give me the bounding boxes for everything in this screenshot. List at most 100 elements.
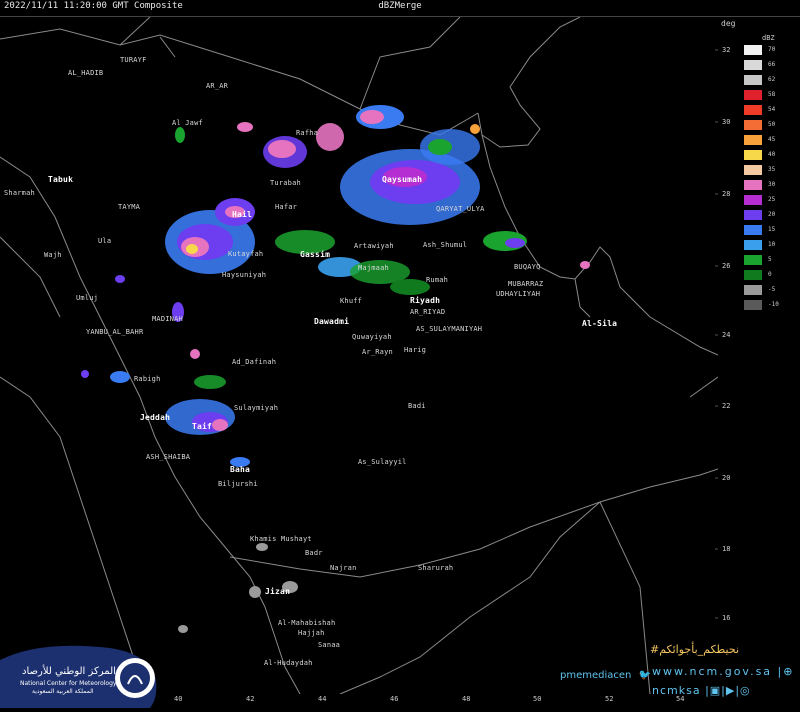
legend-item: 58 (744, 90, 796, 100)
lon-tick-label: 50 (533, 695, 542, 703)
legend-swatch (744, 60, 762, 70)
legend-label: 62 (768, 76, 776, 83)
lon-tick-label: 46 (390, 695, 399, 703)
city-label: QARYAT_ULYA (436, 205, 485, 213)
legend-item: 50 (744, 120, 796, 130)
legend-label: 50 (768, 121, 776, 128)
city-label: Al-Mahabishah (278, 619, 336, 627)
legend-swatch (744, 90, 762, 100)
legend-label: -10 (768, 301, 779, 308)
city-label: Qaysumah (382, 175, 423, 184)
legend-label: 40 (768, 151, 776, 158)
social-icons: |▣|▶|◎ (705, 684, 751, 697)
city-label: Tabuk (48, 175, 74, 184)
logo-arabic-subtitle: المملكة العربية السعودية (32, 688, 94, 695)
twitter-handle-label: pmemediacen (560, 670, 632, 681)
city-label: MUBARRAZ (508, 280, 544, 288)
city-label: Jizan (265, 587, 291, 596)
city-label: Najran (330, 564, 357, 572)
legend-label: 0 (768, 271, 772, 278)
legend-item: 54 (744, 105, 796, 115)
twitter-handle: pmemediacen 🐦 (560, 670, 651, 681)
legend-item: 70 (744, 45, 796, 55)
city-label: Khamis Mushayt (250, 535, 312, 543)
city-label: Turabah (270, 179, 301, 187)
city-label: Sulaymiyah (234, 404, 279, 412)
city-label: AS_SULAYMANIYAH (416, 325, 483, 333)
legend-item: 35 (744, 165, 796, 175)
legend-label: 10 (768, 241, 776, 248)
city-label: As_Sulayyil (358, 458, 407, 466)
city-label: Khuff (340, 297, 363, 305)
website-link[interactable]: www.ncm.gov.sa |⊕ (652, 665, 794, 678)
legend-swatch (744, 195, 762, 205)
city-label: TURAYF (120, 56, 147, 64)
legend-swatch (744, 240, 762, 250)
city-label: Rumah (426, 276, 449, 284)
city-label: Hafar (275, 203, 298, 211)
legend-swatch (744, 225, 762, 235)
city-label: YANBU_AL_BAHR (86, 328, 144, 336)
legend-label: 30 (768, 181, 776, 188)
lat-tick-label: 26 (722, 262, 731, 270)
social-handle[interactable]: ncmksa |▣|▶|◎ (652, 684, 751, 697)
legend-swatch (744, 270, 762, 280)
legend-item: 30 (744, 180, 796, 190)
lon-tick-label: 52 (605, 695, 614, 703)
city-label: Ash_Shumul (423, 241, 468, 249)
lat-tick-label: 24 (722, 331, 731, 339)
city-label: UDHAYLIYAH (496, 290, 541, 298)
city-label: Al-Sila (582, 319, 618, 328)
legend-item: 66 (744, 60, 796, 70)
city-label: Artawiyah (354, 242, 394, 250)
legend-swatch (744, 105, 762, 115)
legend-item: -5 (744, 285, 796, 295)
legend-swatch (744, 300, 762, 310)
logo-arabic-name: المركز الوطني للأرصاد (22, 666, 116, 677)
lat-tick-label: 22 (722, 402, 731, 410)
city-label: Taif (192, 422, 213, 431)
lon-tick-label: 42 (246, 695, 255, 703)
legend-item: 10 (744, 240, 796, 250)
legend-label: 66 (768, 61, 776, 68)
legend-label: -5 (768, 286, 776, 293)
legend-label: 15 (768, 226, 776, 233)
legend-item: 45 (744, 135, 796, 145)
latitude-axis: 32 30 28 26 24 22 20 18 16 (718, 17, 740, 694)
city-label: Sharurah (418, 564, 454, 572)
city-label: Gassim (300, 250, 331, 259)
legend-item: 0 (744, 270, 796, 280)
city-label: Umluj (76, 294, 99, 302)
globe-icon: |⊕ (777, 665, 795, 678)
legend-swatch (744, 135, 762, 145)
legend-swatch (744, 210, 762, 220)
legend-label: 58 (768, 91, 776, 98)
legend-swatch (744, 165, 762, 175)
legend-label: 70 (768, 46, 776, 53)
legend-label: 25 (768, 196, 776, 203)
legend-label: 20 (768, 211, 776, 218)
legend-item: 40 (744, 150, 796, 160)
legend-swatch (744, 150, 762, 160)
product-title: dBZMerge (378, 1, 422, 11)
legend-swatch (744, 255, 762, 265)
ncm-logo-badge: المركز الوطني للأرصاد National Center fo… (0, 640, 160, 708)
legend-item: 15 (744, 225, 796, 235)
city-label: Ula (98, 237, 112, 245)
title-bar: 2022/11/11 11:20:00 GMT Composite dBZMer… (0, 0, 800, 17)
legend-label: 35 (768, 166, 776, 173)
radar-map: TURAYF AL_HADIB AR_AR Rafha Turabah Qays… (0, 17, 718, 694)
lon-tick-label: 48 (462, 695, 471, 703)
legend-swatch (744, 120, 762, 130)
city-label: Sharmah (4, 189, 35, 197)
city-label: Dawadmi (314, 317, 350, 326)
city-label: Ar_Rayn (362, 348, 393, 356)
lat-tick-label: 30 (722, 118, 731, 126)
logo-english-name: National Center for Meteorology (20, 680, 117, 687)
twitter-icon: 🐦 (638, 670, 652, 681)
city-label: Rabigh (134, 375, 161, 383)
city-label: Badi (408, 402, 426, 410)
social-handle-label: ncmksa (652, 684, 701, 697)
city-label: Biljurshi (218, 480, 258, 488)
city-label: Badr (305, 549, 323, 557)
